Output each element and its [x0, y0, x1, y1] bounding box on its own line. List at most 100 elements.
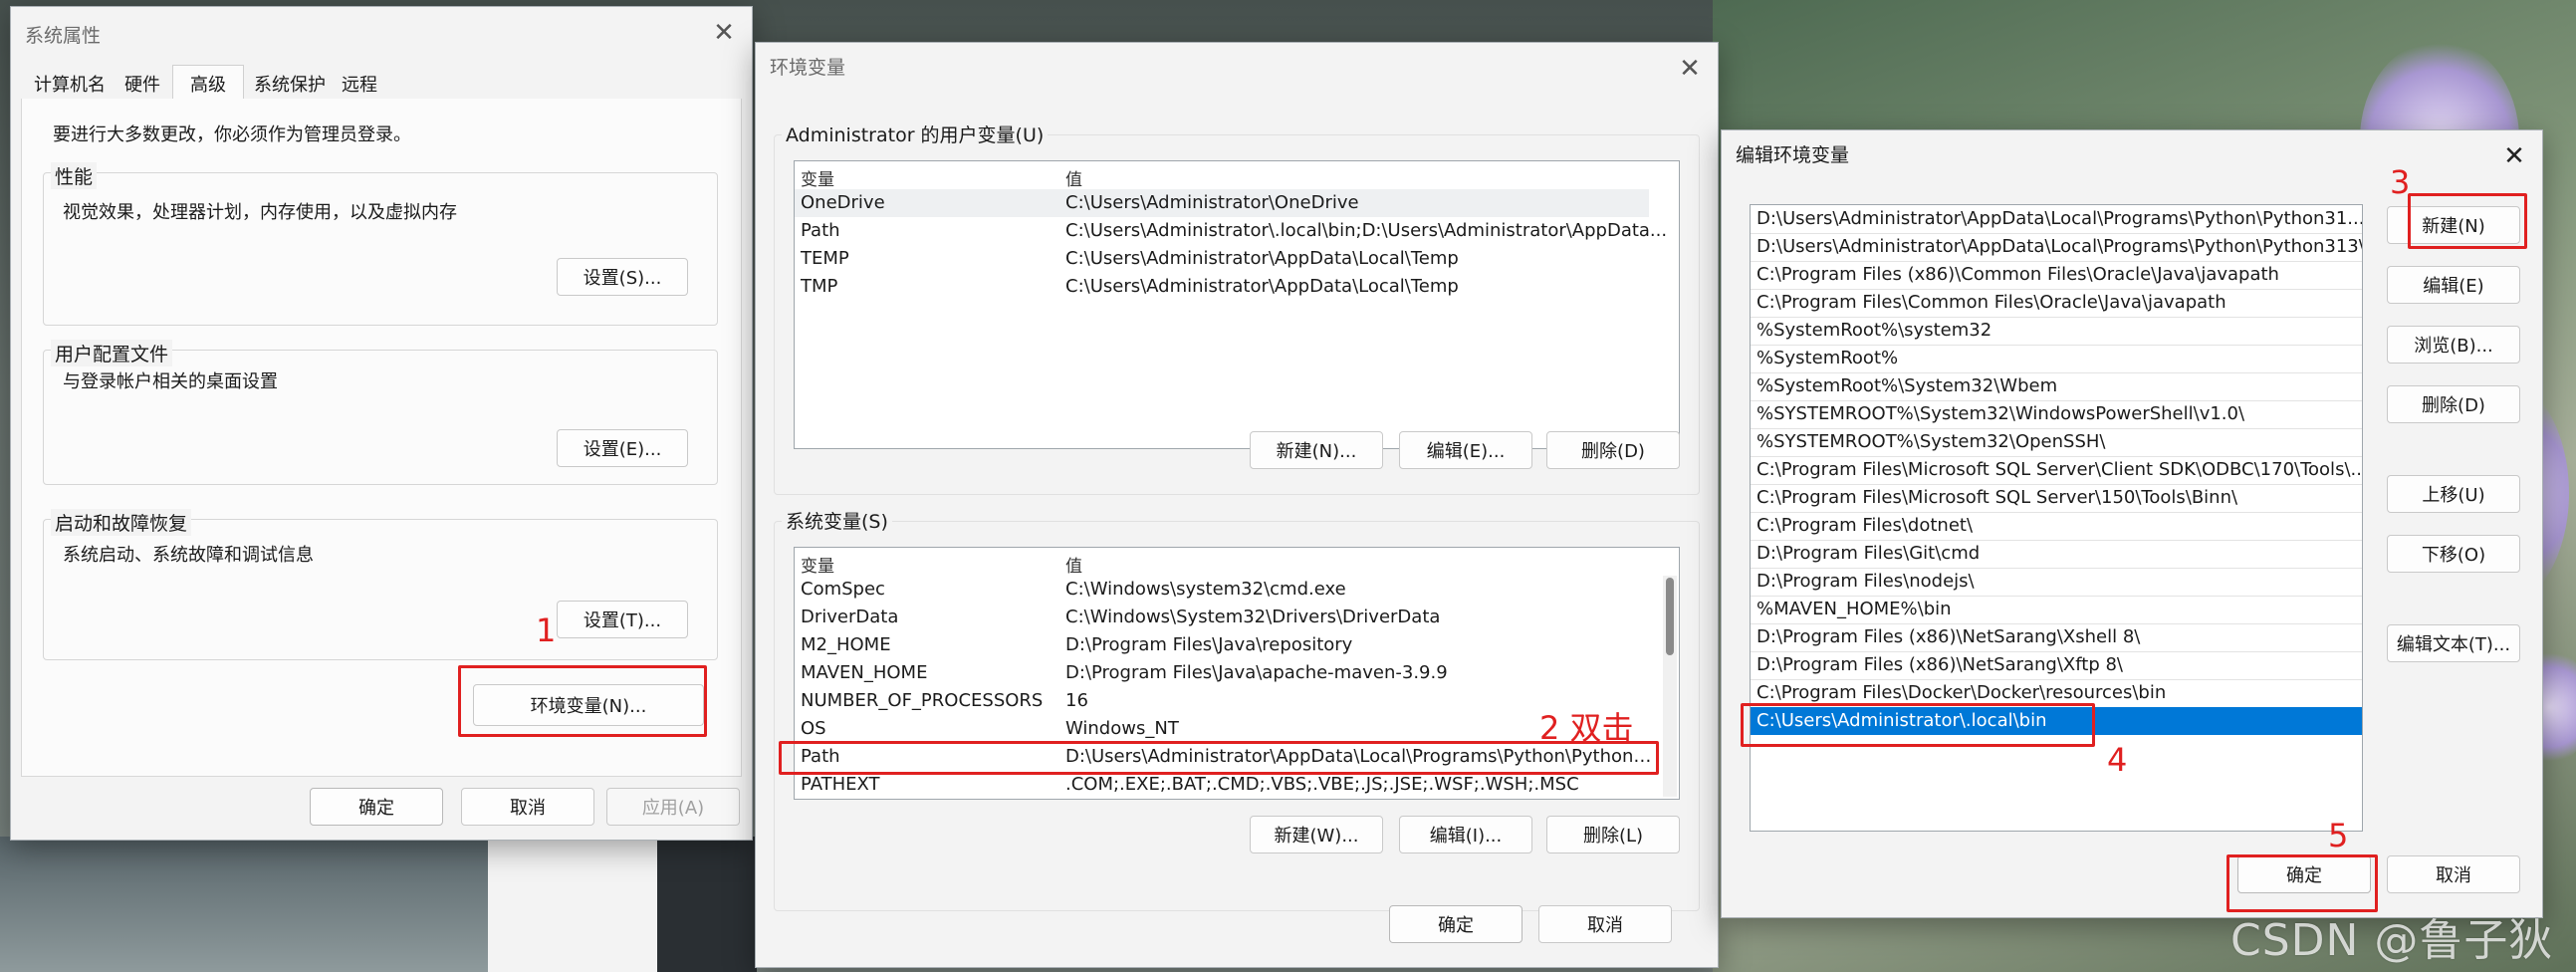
list-item[interactable]: D:\Program Files (x86)\NetSarang\Xshell …: [1751, 623, 2362, 652]
list-item[interactable]: C:\Program Files\Common Files\Oracle\Jav…: [1751, 289, 2362, 318]
list-item[interactable]: C:\Program Files\Microsoft SQL Server\15…: [1751, 484, 2362, 513]
cancel-button[interactable]: 取消: [1538, 905, 1672, 943]
close-icon[interactable]: ✕: [1672, 53, 1708, 85]
ok-button[interactable]: 确定: [1389, 905, 1522, 943]
path-text: %MAVEN_HOME%\bin: [1756, 599, 1952, 619]
scrollbar-thumb[interactable]: [1666, 578, 1674, 655]
variable-name: PATHEXT: [801, 774, 880, 795]
column-header-value: 值: [1065, 557, 1082, 577]
column-header-variable: 变量: [801, 170, 834, 190]
apply-button[interactable]: 应用(A): [606, 788, 740, 826]
list-item[interactable]: %SYSTEMROOT%\System32\WindowsPowerShell\…: [1751, 400, 2362, 429]
list-item[interactable]: D:\Users\Administrator\AppData\Local\Pro…: [1751, 233, 2362, 262]
startup-recovery-settings-button[interactable]: 设置(T)...: [557, 601, 688, 638]
move-down-button[interactable]: 下移(O): [2387, 535, 2520, 573]
table-row[interactable]: PATHEXT .COM;.EXE;.BAT;.CMD;.VBS;.VBE;.J…: [795, 771, 1659, 799]
list-item[interactable]: D:\Program Files\nodejs\: [1751, 568, 2362, 597]
annotation-box-env-button: [458, 665, 707, 737]
list-item[interactable]: %MAVEN_HOME%\bin: [1751, 596, 2362, 624]
table-row[interactable]: Path C:\Users\Administrator\.local\bin;D…: [795, 217, 1679, 245]
performance-settings-button[interactable]: 设置(S)...: [557, 258, 688, 296]
variable-value: C:\Windows\system32\cmd.exe: [1065, 579, 1346, 600]
variable-value: C:\Users\Administrator\.local\bin;D:\Use…: [1065, 220, 1668, 241]
user-profiles-title: 用户配置文件: [51, 340, 173, 366]
tab-remote[interactable]: 远程: [332, 69, 387, 99]
user-delete-button[interactable]: 删除(D): [1546, 431, 1680, 469]
background-window-edge: [657, 837, 757, 972]
delete-path-button[interactable]: 删除(D): [2387, 385, 2520, 423]
edit-text-button[interactable]: 编辑文本(T)...: [2387, 624, 2520, 662]
list-item[interactable]: C:\Program Files\Microsoft SQL Server\Cl…: [1751, 456, 2362, 485]
user-variables-list[interactable]: 变量 值 OneDrive C:\Users\Administrator\One…: [794, 160, 1680, 449]
path-text: D:\Users\Administrator\AppData\Local\Pro…: [1756, 208, 2362, 229]
list-item[interactable]: D:\Program Files (x86)\NetSarang\Xftp 8\: [1751, 651, 2362, 680]
path-text: %SystemRoot%: [1756, 348, 1899, 368]
system-new-button[interactable]: 新建(W)...: [1250, 816, 1383, 853]
list-item[interactable]: D:\Users\Administrator\AppData\Local\Pro…: [1751, 205, 2362, 234]
path-text: %SYSTEMROOT%\System32\OpenSSH\: [1756, 431, 2106, 452]
system-variables-title: 系统变量(S): [782, 507, 892, 534]
background-window-edge: [0, 837, 498, 972]
variable-value: D:\Program Files\Java\apache-maven-3.9.9: [1065, 662, 1448, 683]
path-text: C:\Program Files\dotnet\: [1756, 515, 1974, 536]
window-title: 编辑环境变量: [1736, 144, 1850, 166]
browse-button[interactable]: 浏览(B)...: [2387, 326, 2520, 364]
user-new-button[interactable]: 新建(N)...: [1250, 431, 1383, 469]
table-row[interactable]: MAVEN_HOME D:\Program Files\Java\apache-…: [795, 659, 1659, 687]
system-delete-button[interactable]: 删除(L): [1546, 816, 1680, 853]
table-row[interactable]: DriverData C:\Windows\System32\Drivers\D…: [795, 604, 1659, 631]
annotation-box-path-row: [779, 741, 1659, 775]
list-item[interactable]: %SystemRoot%: [1751, 345, 2362, 373]
user-edit-button[interactable]: 编辑(E)...: [1399, 431, 1532, 469]
annotation-step-1: 1: [536, 611, 557, 649]
title-bar[interactable]: 系统属性 ✕: [11, 7, 752, 59]
ok-button[interactable]: 确定: [310, 788, 443, 826]
system-edit-button[interactable]: 编辑(I)...: [1399, 816, 1532, 853]
list-item[interactable]: C:\Program Files (x86)\Common Files\Orac…: [1751, 261, 2362, 290]
tab-hardware[interactable]: 硬件: [115, 69, 170, 99]
title-bar[interactable]: 编辑环境变量 ✕: [1722, 130, 2542, 182]
list-header: 变量 值: [795, 161, 1679, 190]
tab-system-protection[interactable]: 系统保护: [244, 69, 336, 99]
column-header-value: 值: [1065, 170, 1082, 190]
table-row[interactable]: ComSpec C:\Windows\system32\cmd.exe: [795, 576, 1659, 604]
path-text: C:\Program Files (x86)\Common Files\Orac…: [1756, 264, 2279, 285]
cancel-button[interactable]: 取消: [461, 788, 594, 826]
list-item[interactable]: %SYSTEMROOT%\System32\OpenSSH\: [1751, 428, 2362, 457]
title-bar[interactable]: 环境变量 ✕: [756, 43, 1718, 95]
user-profiles-settings-button[interactable]: 设置(E)...: [557, 429, 688, 467]
close-icon[interactable]: ✕: [2496, 140, 2532, 172]
window-title: 系统属性: [25, 25, 102, 47]
list-item[interactable]: C:\Program Files\dotnet\: [1751, 512, 2362, 541]
table-row[interactable]: OS Windows_NT: [795, 715, 1659, 743]
variable-name: NUMBER_OF_PROCESSORS: [801, 690, 1044, 711]
path-text: D:\Program Files (x86)\NetSarang\Xshell …: [1756, 626, 2141, 647]
table-row[interactable]: M2_HOME D:\Program Files\Java\repository: [795, 631, 1659, 659]
list-item[interactable]: %SystemRoot%\system32: [1751, 317, 2362, 346]
variable-value: C:\Users\Administrator\OneDrive: [1065, 192, 1359, 213]
annotation-step-5: 5: [2328, 817, 2349, 854]
tab-computer-name[interactable]: 计算机名: [25, 69, 115, 99]
table-row[interactable]: TMP C:\Users\Administrator\AppData\Local…: [795, 273, 1679, 301]
table-row[interactable]: TEMP C:\Users\Administrator\AppData\Loca…: [795, 245, 1679, 273]
variable-value: C:\Users\Administrator\AppData\Local\Tem…: [1065, 248, 1459, 269]
path-text: D:\Program Files (x86)\NetSarang\Xftp 8\: [1756, 654, 2123, 675]
column-header-variable: 变量: [801, 557, 834, 577]
table-row[interactable]: OneDrive C:\Users\Administrator\OneDrive: [795, 189, 1649, 217]
path-text: C:\Program Files\Common Files\Oracle\Jav…: [1756, 292, 2226, 313]
tab-advanced[interactable]: 高级: [172, 65, 244, 101]
vertical-scrollbar[interactable]: [1663, 576, 1677, 797]
path-text: C:\Program Files\Microsoft SQL Server\15…: [1756, 487, 2238, 508]
table-row[interactable]: NUMBER_OF_PROCESSORS 16: [795, 687, 1659, 715]
path-text: D:\Program Files\nodejs\: [1756, 571, 1975, 592]
path-text: %SystemRoot%\System32\Wbem: [1756, 375, 2058, 396]
list-item[interactable]: %SystemRoot%\System32\Wbem: [1751, 372, 2362, 401]
startup-recovery-title: 启动和故障恢复: [51, 509, 192, 536]
edit-path-button[interactable]: 编辑(E): [2387, 266, 2520, 304]
path-text: %SYSTEMROOT%\System32\WindowsPowerShell\…: [1756, 403, 2245, 424]
list-item[interactable]: D:\Program Files\Git\cmd: [1751, 540, 2362, 569]
cancel-button[interactable]: 取消: [2387, 855, 2520, 893]
path-text: C:\Program Files\Microsoft SQL Server\Cl…: [1756, 459, 2362, 480]
close-icon[interactable]: ✕: [706, 17, 742, 49]
move-up-button[interactable]: 上移(U): [2387, 475, 2520, 513]
